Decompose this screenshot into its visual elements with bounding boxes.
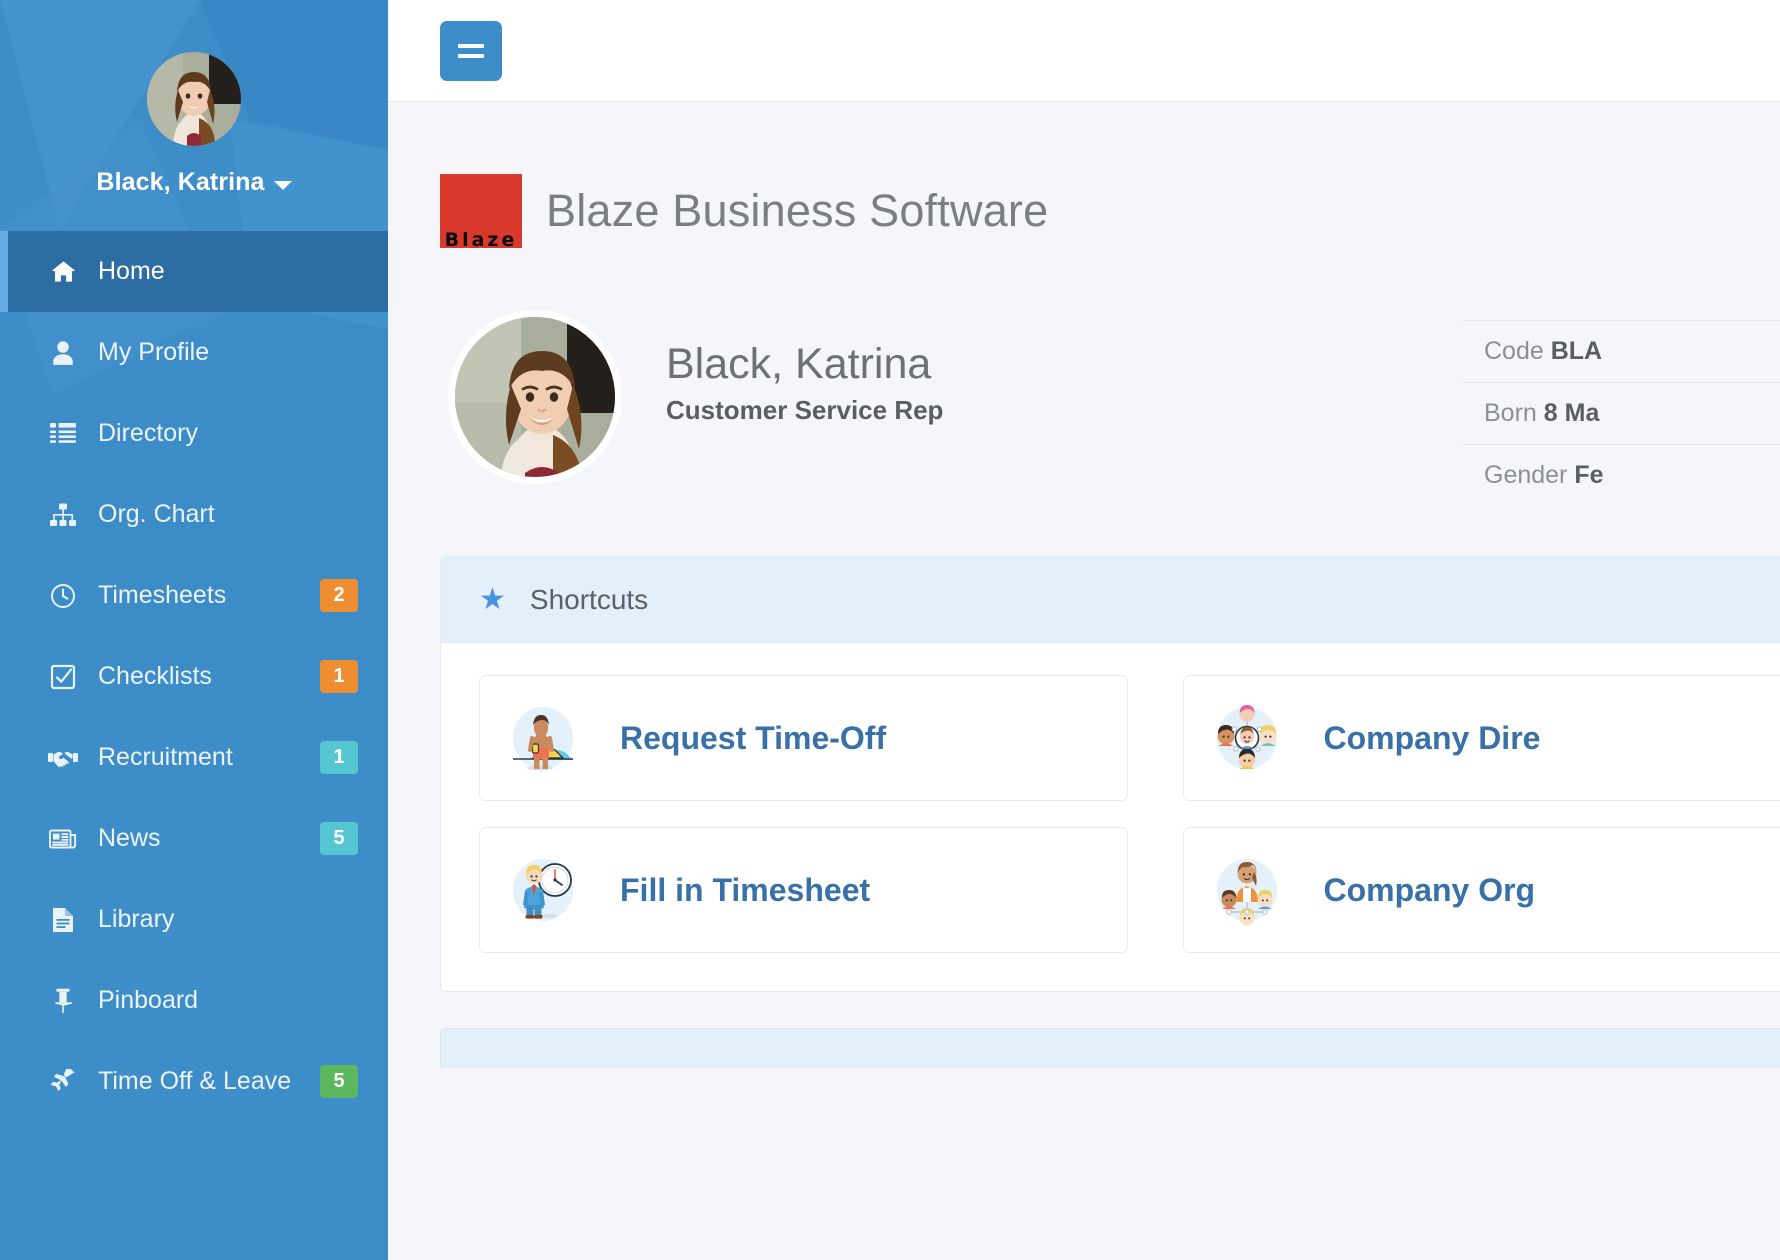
info-row-gender: Gender Fe <box>1462 444 1780 506</box>
info-label: Born <box>1484 399 1537 427</box>
shortcut-label: Company Dire <box>1323 719 1541 756</box>
info-value: 8 Ma <box>1543 399 1600 427</box>
info-row-born: Born 8 Ma <box>1462 382 1780 444</box>
sidebar-item-label: Pinboard <box>98 986 199 1014</box>
profile-text: Black, Katrina Customer Service Rep <box>666 310 943 426</box>
sidebar-item-directory[interactable]: Directory <box>0 393 388 474</box>
shortcut-label: Company Org <box>1323 871 1536 908</box>
sidebar-item-news[interactable]: News 5 <box>0 798 388 879</box>
avatar <box>448 310 622 484</box>
sidebar: Black, Katrina Home My Profile Directory… <box>0 0 388 1260</box>
hamburger-bar <box>458 53 484 58</box>
status-badge: 1 <box>320 741 358 774</box>
shortcuts-panel: ★ Shortcuts Request Time-Off Company Dir… <box>440 556 1780 992</box>
shortcuts-title: Shortcuts <box>529 583 649 615</box>
sidebar-item-label: News <box>98 824 161 852</box>
sidebar-item-label: Library <box>98 905 175 933</box>
sidebar-user-name: Black, Katrina <box>96 168 265 196</box>
clock-icon <box>46 583 80 609</box>
status-badge: 1 <box>320 660 358 693</box>
org-chart-people-illustration-icon <box>1206 849 1288 931</box>
sitemap-icon <box>46 503 80 527</box>
sidebar-item-my-profile[interactable]: My Profile <box>0 312 388 393</box>
info-value: Fe <box>1574 461 1604 489</box>
businessman-clock-illustration-icon <box>502 849 584 931</box>
shortcut-company-org-chart[interactable]: Company Org <box>1182 827 1780 953</box>
logo-text: Blaze <box>444 229 518 248</box>
sidebar-item-pinboard[interactable]: Pinboard <box>0 960 388 1041</box>
pin-icon <box>46 988 80 1014</box>
sidebar-item-label: Timesheets <box>98 581 227 609</box>
user-icon <box>46 340 80 366</box>
sidebar-item-checklists[interactable]: Checklists 1 <box>0 636 388 717</box>
hamburger-bar <box>458 43 484 48</box>
info-row-code: Code BLA <box>1462 320 1780 382</box>
sidebar-item-library[interactable]: Library <box>0 879 388 960</box>
sidebar-item-time-off-leave[interactable]: Time Off & Leave 5 <box>0 1041 388 1122</box>
page-content: Blaze Blaze Business Software Black, Kat… <box>388 102 1780 1068</box>
check-square-icon <box>46 664 80 690</box>
shortcut-label: Request Time-Off <box>620 719 887 756</box>
sidebar-nav: Home My Profile Directory Org. Chart Tim… <box>0 231 388 1122</box>
info-label: Code <box>1484 337 1544 365</box>
sidebar-item-label: Org. Chart <box>98 500 215 528</box>
profile-role: Customer Service Rep <box>666 395 944 425</box>
newspaper-icon <box>46 828 80 850</box>
info-value: BLA <box>1550 337 1603 365</box>
star-icon: ★ <box>479 582 506 616</box>
sidebar-item-label: Checklists <box>98 662 212 690</box>
status-badge: 5 <box>320 822 358 855</box>
profile-name: Black, Katrina <box>666 340 932 388</box>
sidebar-item-label: My Profile <box>98 338 210 366</box>
sidebar-item-home[interactable]: Home <box>0 231 388 312</box>
people-network-illustration-icon <box>1206 697 1288 779</box>
sidebar-item-label: Recruitment <box>98 743 233 771</box>
shortcut-fill-in-timesheet[interactable]: Fill in Timesheet <box>479 827 1128 953</box>
brand-header: Blaze Blaze Business Software <box>440 102 1780 248</box>
blaze-logo-icon: Blaze <box>440 174 522 248</box>
shortcut-label: Fill in Timesheet <box>620 871 871 908</box>
home-icon <box>46 258 80 285</box>
shortcuts-body: Request Time-Off Company Dire Fill in Ti… <box>441 643 1780 991</box>
document-icon <box>46 907 80 933</box>
profile-summary: Black, Katrina Customer Service Rep Code… <box>440 310 1780 489</box>
plane-icon <box>46 1068 80 1095</box>
sidebar-item-label: Directory <box>98 419 199 447</box>
sidebar-item-org-chart[interactable]: Org. Chart <box>0 474 388 555</box>
sidebar-item-label: Home <box>98 257 165 285</box>
sidebar-item-recruitment[interactable]: Recruitment 1 <box>0 717 388 798</box>
page-title: Blaze Business Software <box>546 185 1049 236</box>
sidebar-item-label: Time Off & Leave <box>98 1067 292 1095</box>
shortcut-company-directory[interactable]: Company Dire <box>1182 675 1780 801</box>
sidebar-item-timesheets[interactable]: Timesheets 2 <box>0 555 388 636</box>
sidebar-profile[interactable]: Black, Katrina <box>0 0 388 231</box>
status-badge: 2 <box>320 579 358 612</box>
main-area: Blaze Blaze Business Software Black, Kat… <box>388 0 1780 1260</box>
topbar <box>388 0 1780 102</box>
shortcut-request-time-off[interactable]: Request Time-Off <box>479 675 1128 801</box>
chevron-down-icon[interactable] <box>273 181 292 191</box>
shortcuts-grid: Request Time-Off Company Dire Fill in Ti… <box>479 675 1780 953</box>
info-label: Gender <box>1484 461 1568 489</box>
hamburger-icon[interactable] <box>440 20 502 81</box>
app-root: Black, Katrina Home My Profile Directory… <box>0 0 1780 1260</box>
avatar <box>147 52 241 146</box>
shortcuts-header: ★ Shortcuts <box>441 557 1780 643</box>
status-badge: 5 <box>320 1065 358 1098</box>
handshake-icon <box>46 748 80 768</box>
profile-info-panel: Code BLA Born 8 Ma Gender Fe <box>1462 320 1780 506</box>
surfer-illustration-icon <box>502 697 584 779</box>
list-icon <box>46 422 80 446</box>
next-panel-peek <box>440 1028 1780 1068</box>
